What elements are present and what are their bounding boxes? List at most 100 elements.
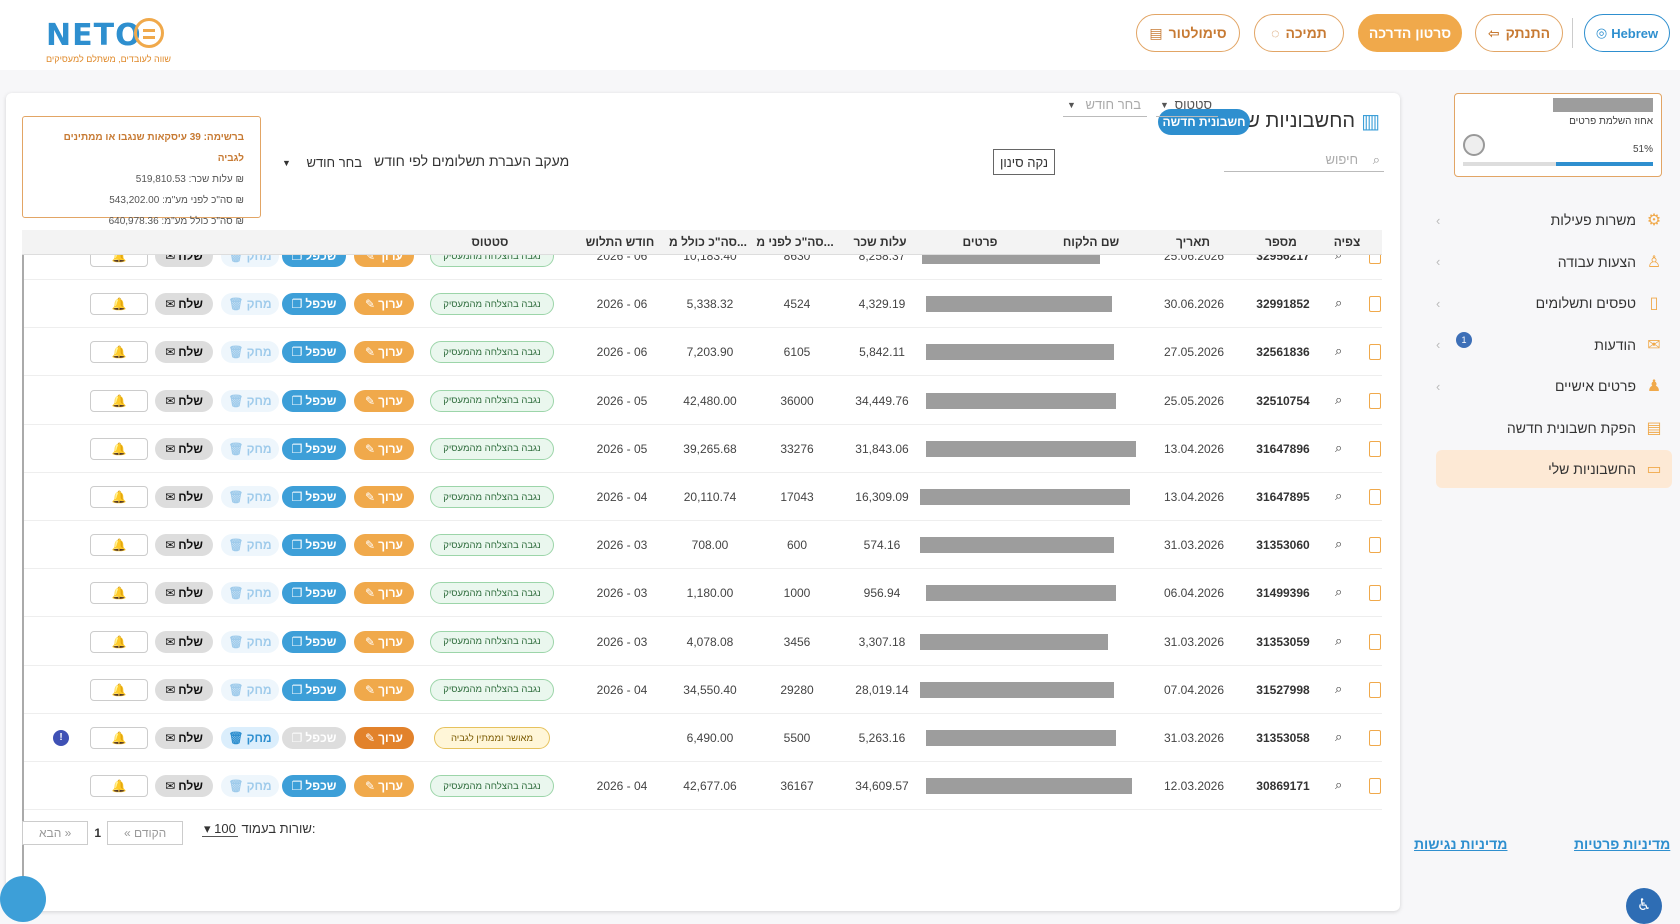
col-number[interactable]: מספר <box>1251 230 1311 255</box>
col-customer[interactable]: שם הלקוח <box>1046 230 1136 255</box>
privacy-policy-link[interactable]: מדיניות פרטיות <box>1574 836 1670 852</box>
search-icon[interactable]: ⌕ <box>1335 343 1342 359</box>
next-page-button[interactable]: הבא » <box>22 821 89 845</box>
search-icon[interactable]: ⌕ <box>1335 729 1342 745</box>
bell-button[interactable]: 🔔 <box>90 389 148 412</box>
col-status[interactable]: סטטוס <box>450 230 530 255</box>
sidebar-item[interactable]: הפקת חשבונית חדשה ▤ <box>1436 409 1672 447</box>
copy-button[interactable]: ❐ שכפל <box>282 341 346 364</box>
simulator-button[interactable]: ▤ סימולטור <box>1136 14 1240 52</box>
send-button[interactable]: ✉ שלח <box>155 389 213 412</box>
delete-button[interactable]: 🗑 מחק <box>221 582 279 605</box>
delete-button[interactable]: 🗑 מחק <box>221 534 279 557</box>
copy-button[interactable]: ❐ שכפל <box>282 775 346 798</box>
edit-button[interactable]: ✎ ערוך <box>354 389 414 412</box>
delete-button[interactable]: 🗑 מחק <box>221 255 279 267</box>
search-input[interactable]: ⌕ חיפוש <box>1224 148 1384 172</box>
copy-button[interactable]: ❐ שכפל <box>282 534 346 557</box>
delete-button[interactable]: 🗑 מחק <box>221 630 279 653</box>
neto-logo[interactable]: NETO שווה לעובדים, משתלם למעסיקים <box>46 18 171 64</box>
table-body[interactable]: ⌕ 32956217 25.06.2026 8,258.37 8630 10,1… <box>22 255 1382 896</box>
edit-button[interactable]: ✎ ערוך <box>354 341 414 364</box>
send-button[interactable]: ✉ שלח <box>155 293 213 316</box>
bell-button[interactable]: 🔔 <box>90 775 148 798</box>
delete-button[interactable]: 🗑 מחק <box>221 486 279 508</box>
file-icon[interactable] <box>1369 585 1381 602</box>
send-button[interactable]: ✉ שלח <box>155 255 213 267</box>
col-view[interactable]: צפיה <box>1327 230 1367 255</box>
col-month[interactable]: חודש התלוש <box>580 230 660 255</box>
edit-button[interactable]: ✎ ערוך <box>354 486 414 508</box>
delete-button[interactable]: 🗑 מחק <box>221 437 279 460</box>
edit-button[interactable]: ✎ ערוך <box>354 255 414 267</box>
bell-button[interactable]: 🔔 <box>90 534 148 557</box>
search-icon[interactable]: ⌕ <box>1335 295 1342 311</box>
copy-button[interactable]: ❐ שכפל <box>282 255 346 267</box>
send-button[interactable]: ✉ שלח <box>155 534 213 557</box>
send-button[interactable]: ✉ שלח <box>155 775 213 798</box>
copy-button[interactable]: ❐ שכפל <box>282 486 346 508</box>
prev-page-button[interactable]: « הקודם <box>107 821 184 845</box>
file-icon[interactable] <box>1369 537 1381 554</box>
profile-card[interactable]: אחוז השלמת פרטים 51% <box>1454 93 1662 177</box>
delete-button[interactable]: 🗑 מחק <box>221 293 279 316</box>
delete-button[interactable]: 🗑 מחק <box>221 727 279 749</box>
delete-button[interactable]: 🗑 מחק <box>221 775 279 798</box>
sidebar-item[interactable]: החשבוניות שלי ▭ <box>1436 450 1672 488</box>
edit-button[interactable]: ✎ ערוך <box>354 293 414 316</box>
send-button[interactable]: ✉ שלח <box>155 630 213 653</box>
bell-button[interactable]: 🔔 <box>90 255 148 267</box>
edit-button[interactable]: ✎ ערוך <box>354 727 414 749</box>
col-with-vat[interactable]: סה"כ כולל מ... <box>668 230 748 255</box>
edit-button[interactable]: ✎ ערוך <box>354 437 414 460</box>
copy-button[interactable]: ❐ שכפל <box>282 630 346 653</box>
delete-button[interactable]: 🗑 מחק <box>221 678 279 701</box>
bell-button[interactable]: 🔔 <box>90 678 148 701</box>
rows-per-page-select[interactable]: ▾ 100 <box>202 821 238 837</box>
bell-button[interactable]: 🔔 <box>90 293 148 316</box>
edit-button[interactable]: ✎ ערוך <box>354 678 414 701</box>
file-icon[interactable] <box>1369 730 1381 746</box>
chat-widget-button[interactable] <box>0 876 46 922</box>
sidebar-item[interactable]: ‹ 1 הודעות ✉ <box>1436 326 1672 364</box>
file-icon[interactable] <box>1369 392 1381 409</box>
file-icon[interactable] <box>1369 255 1381 264</box>
copy-button[interactable]: ❐ שכפל <box>282 293 346 316</box>
sidebar-item[interactable]: ‹ טפסים ותשלומים ▯ <box>1436 284 1672 322</box>
language-selector[interactable]: ◎ Hebrew <box>1584 14 1670 52</box>
clear-filter-button[interactable]: נקה סינון <box>993 149 1055 175</box>
send-button[interactable]: ✉ שלח <box>155 437 213 460</box>
bell-button[interactable]: 🔔 <box>90 582 148 605</box>
file-icon[interactable] <box>1369 681 1381 698</box>
col-salary[interactable]: עלות שכר <box>840 230 920 255</box>
col-date[interactable]: תאריך <box>1158 230 1228 255</box>
logout-button[interactable]: ⇦ התנתק <box>1475 14 1563 52</box>
search-icon[interactable]: ⌕ <box>1335 488 1342 504</box>
bell-button[interactable]: 🔔 <box>90 341 148 364</box>
copy-button[interactable]: ❐ שכפל <box>282 678 346 701</box>
delete-button[interactable]: 🗑 מחק <box>221 389 279 412</box>
search-icon[interactable]: ⌕ <box>1335 681 1342 697</box>
send-button[interactable]: ✉ שלח <box>155 582 213 605</box>
status-select[interactable]: ▼ סטטוס <box>1156 93 1218 117</box>
bell-button[interactable]: 🔔 <box>90 437 148 460</box>
search-icon[interactable]: ⌕ <box>1335 777 1342 793</box>
tutorial-button[interactable]: סרטון הדרכה <box>1358 14 1462 52</box>
sidebar-item[interactable]: ‹ פרטים אישיים ♟ <box>1436 367 1672 405</box>
tracking-month-select[interactable]: ▼ בחר חודש <box>282 151 362 175</box>
bell-button[interactable]: 🔔 <box>90 630 148 653</box>
file-icon[interactable] <box>1369 633 1381 650</box>
alert-icon[interactable]: ! <box>53 730 69 746</box>
edit-button[interactable]: ✎ ערוך <box>354 775 414 798</box>
search-icon[interactable]: ⌕ <box>1335 536 1342 552</box>
search-icon[interactable]: ⌕ <box>1335 440 1342 456</box>
file-icon[interactable] <box>1369 344 1381 361</box>
edit-button[interactable]: ✎ ערוך <box>354 630 414 653</box>
send-button[interactable]: ✉ שלח <box>155 341 213 364</box>
send-button[interactable]: ✉ שלח <box>155 727 213 749</box>
edit-button[interactable]: ✎ ערוך <box>354 534 414 557</box>
sidebar-item[interactable]: ‹ הצעות עבודה ♙ <box>1436 243 1672 281</box>
bell-button[interactable]: 🔔 <box>90 486 148 508</box>
col-details[interactable]: פרטים <box>940 230 1020 255</box>
copy-button[interactable]: ❐ שכפל <box>282 389 346 412</box>
